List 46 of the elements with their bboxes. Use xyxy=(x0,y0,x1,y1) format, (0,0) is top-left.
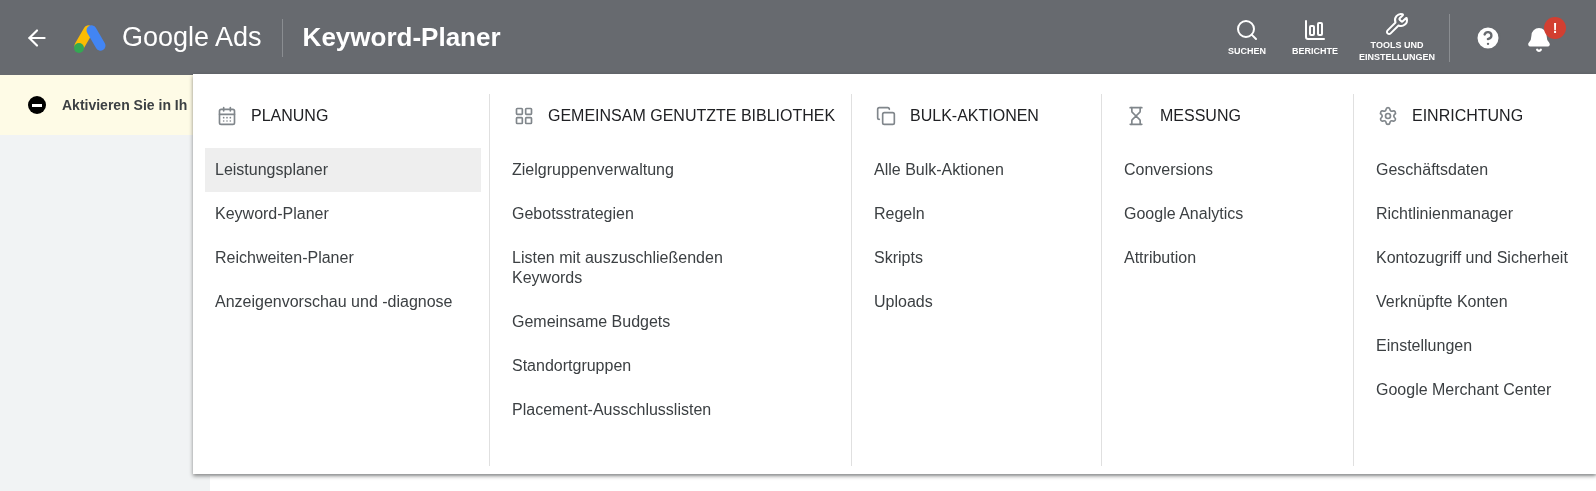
menu-item[interactable]: Keyword-Planer xyxy=(205,192,481,236)
tools-button[interactable]: TOOLS UND EINSTELLUNGEN xyxy=(1349,11,1445,64)
section-heading: BULK-AKTIONEN xyxy=(910,107,1039,125)
gear-icon xyxy=(1378,106,1398,126)
brand-name: Google Ads xyxy=(122,22,262,53)
wrench-icon xyxy=(1385,11,1409,36)
menu-item[interactable]: Listen mit auszuschließenden Keywords xyxy=(502,236,802,300)
menu-item[interactable]: Regeln xyxy=(864,192,1093,236)
menu-item[interactable]: Alle Bulk-Aktionen xyxy=(864,148,1093,192)
menu-item[interactable]: Anzeigenvorschau und -diagnose xyxy=(205,280,481,324)
menu-item[interactable]: Google Merchant Center xyxy=(1366,368,1588,412)
menu-item[interactable]: Uploads xyxy=(864,280,1093,324)
banner-text: Aktivieren Sie in Ih xyxy=(62,97,188,113)
menu-item[interactable]: Google Analytics xyxy=(1114,192,1345,236)
bar-chart-icon xyxy=(1303,17,1327,42)
menu-item[interactable]: Skripts xyxy=(864,236,1093,280)
section-heading: EINRICHTUNG xyxy=(1412,107,1524,125)
grid-icon xyxy=(514,106,534,126)
menu-item[interactable]: Gebotsstrategien xyxy=(502,192,802,236)
menu-item[interactable]: Leistungsplaner xyxy=(205,148,481,192)
blocked-icon xyxy=(28,96,46,114)
section-heading: PLANUNG xyxy=(251,107,329,125)
menu-item[interactable]: Gemeinsame Budgets xyxy=(502,300,802,344)
section-heading: MESSUNG xyxy=(1160,107,1241,125)
section-heading: GEMEINSAM GENUTZTE BIBLIOTHEK xyxy=(548,107,836,125)
menu-item[interactable]: Conversions xyxy=(1114,148,1345,192)
menu-item[interactable]: Verknüpfte Konten xyxy=(1366,280,1588,324)
menu-item[interactable]: Geschäftsdaten xyxy=(1366,148,1588,192)
menu-item[interactable]: Standortgruppen xyxy=(502,344,802,388)
menu-item[interactable]: Kontozugriff und Sicherheit xyxy=(1366,236,1588,280)
menu-item[interactable]: Zielgruppenverwaltung xyxy=(502,148,802,192)
menu-item[interactable]: Placement-Ausschlusslisten xyxy=(502,388,802,432)
hourglass-icon xyxy=(1126,106,1146,126)
calendar-icon xyxy=(217,106,237,126)
search-button[interactable]: SUCHEN xyxy=(1213,17,1281,58)
menu-item[interactable]: Einstellungen xyxy=(1366,324,1588,368)
notification-badge: ! xyxy=(1544,16,1566,39)
search-icon xyxy=(1235,17,1259,42)
stacked-pages-icon xyxy=(876,106,896,126)
reports-button[interactable]: BERICHTE xyxy=(1281,17,1349,58)
page-title: Keyword-Planer xyxy=(302,22,501,53)
bell-icon xyxy=(1526,26,1552,53)
menu-item[interactable]: Richtlinienmanager xyxy=(1366,192,1588,236)
menu-item[interactable]: Reichweiten-Planer xyxy=(205,236,481,280)
notifications-button[interactable]: ! xyxy=(1520,16,1566,59)
menu-item[interactable]: Attribution xyxy=(1114,236,1345,280)
